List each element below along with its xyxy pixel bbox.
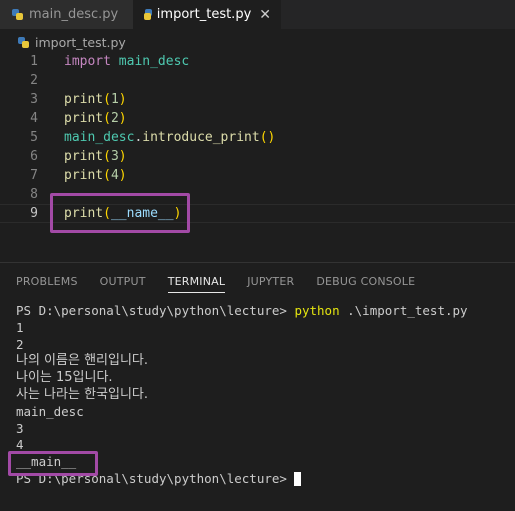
line-number: 6: [30, 149, 38, 164]
number-token: 1: [110, 92, 119, 107]
line-number: 1: [30, 54, 38, 69]
tab-terminal[interactable]: TERMINAL: [167, 263, 226, 299]
number-token: 3: [110, 149, 119, 164]
paren-token: ): [173, 206, 182, 221]
function-token: print: [64, 206, 104, 221]
paren-token: ): [118, 111, 127, 126]
function-token: introduce_print: [142, 130, 260, 145]
editor-tab-bar: main_desc.py import_test.py ✕: [0, 0, 515, 29]
number-token: 2: [110, 111, 119, 126]
breadcrumb-file[interactable]: import_test.py: [35, 35, 126, 50]
line-number: 4: [30, 111, 38, 126]
line-number: 5: [30, 130, 38, 145]
function-token: print: [64, 92, 104, 107]
python-file-icon: [143, 9, 152, 20]
code-line[interactable]: 4 print(2): [0, 109, 515, 128]
paren-token: (: [103, 206, 111, 221]
vscode-window: main_desc.py import_test.py ✕ import_tes…: [0, 0, 515, 511]
tab-output[interactable]: OUTPUT: [100, 263, 146, 299]
close-icon[interactable]: ✕: [259, 7, 271, 23]
terminal-output-line: 2: [16, 336, 24, 352]
function-token: print: [64, 111, 104, 126]
tab-label: main_desc.py: [29, 7, 119, 22]
terminal-cursor: [293, 472, 301, 487]
tab-jupyter[interactable]: JUPYTER: [247, 263, 294, 299]
paren-token: ): [118, 168, 127, 183]
terminal-command-line: PS D:\personal\study\python\lecture> pyt…: [16, 303, 511, 320]
terminal-output-line: 3: [16, 420, 24, 436]
bottom-panel: PROBLEMS OUTPUT TERMINAL JUPYTER DEBUG C…: [0, 262, 515, 511]
tab-problems[interactable]: PROBLEMS: [16, 263, 78, 299]
terminal-command: python: [294, 303, 340, 318]
paren-token: (: [103, 111, 111, 126]
keyword-token: import: [64, 54, 111, 69]
terminal-prompt: PS D:\personal\study\python\lecture>: [16, 303, 295, 318]
paren-token: (: [103, 168, 111, 183]
line-number: 2: [30, 73, 38, 88]
function-token: print: [64, 168, 104, 183]
code-line[interactable]: 2: [0, 71, 515, 90]
line-number: 3: [30, 92, 38, 107]
tab-import-test[interactable]: import_test.py ✕: [133, 0, 281, 29]
module-token: main_desc: [64, 130, 135, 145]
code-line[interactable]: 7 print(4): [0, 166, 515, 185]
terminal-command-arg: .\import_test.py: [339, 303, 468, 318]
panel-tab-bar: PROBLEMS OUTPUT TERMINAL JUPYTER DEBUG C…: [0, 263, 515, 299]
terminal-prompt: PS D:\personal\study\python\lecture>: [16, 470, 287, 486]
paren-token: (: [103, 92, 111, 107]
code-line[interactable]: 1 import main_desc: [0, 52, 515, 71]
terminal-output-line: 나이는 15입니다.: [16, 370, 113, 386]
line-number: 8: [30, 187, 38, 202]
terminal-output-line: main_desc: [16, 403, 84, 419]
code-line[interactable]: 8: [0, 185, 515, 204]
tab-main-desc[interactable]: main_desc.py: [0, 0, 133, 29]
paren-token: ): [118, 149, 127, 164]
terminal-output-line: 4: [16, 437, 24, 453]
terminal-output-line: 사는 나라는 한국입니다.: [16, 386, 148, 402]
paren-token: (): [259, 130, 276, 145]
code-line[interactable]: 5 main_desc.introduce_print(): [0, 128, 515, 147]
terminal-final-prompt-line[interactable]: PS D:\personal\study\python\lecture>: [16, 471, 511, 488]
breadcrumb[interactable]: import_test.py: [0, 32, 515, 52]
line-number: 9: [30, 206, 38, 221]
python-file-icon: [12, 9, 23, 20]
python-file-icon: [18, 36, 29, 48]
number-token: 4: [110, 168, 119, 183]
variable-token: __name__: [110, 206, 174, 221]
terminal-output-line: 나의 이름은 핸리입니다.: [16, 353, 148, 369]
paren-token: ): [118, 92, 127, 107]
tab-debug-console[interactable]: DEBUG CONSOLE: [316, 263, 415, 299]
terminal-output-line: 1: [16, 319, 24, 335]
code-line[interactable]: 6 print(3): [0, 147, 515, 166]
code-line-current[interactable]: 9 print(__name__): [0, 204, 515, 223]
function-token: print: [64, 149, 104, 164]
paren-token: (: [103, 149, 111, 164]
terminal-output[interactable]: PS D:\personal\study\python\lecture> pyt…: [16, 303, 511, 488]
terminal-output-line: __main__: [16, 454, 77, 470]
line-number: 7: [30, 168, 38, 183]
tab-label: import_test.py: [156, 7, 252, 22]
code-line[interactable]: 3 print(1): [0, 90, 515, 109]
module-token: main_desc: [110, 54, 190, 69]
code-editor[interactable]: 1 import main_desc 2 3 print(1) 4 print(…: [0, 52, 515, 256]
